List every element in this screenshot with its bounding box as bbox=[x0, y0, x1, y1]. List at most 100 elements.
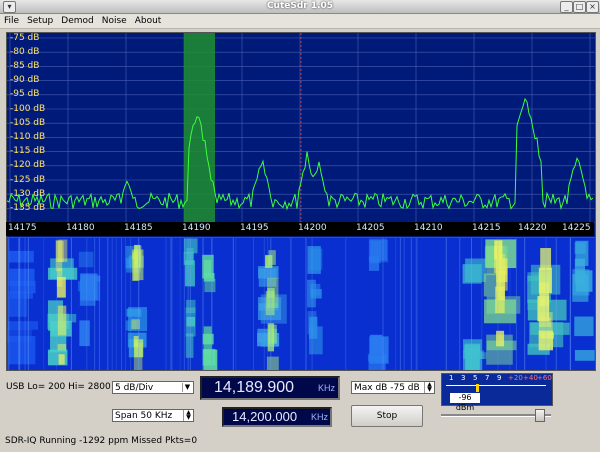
close-icon[interactable]: × bbox=[586, 1, 599, 13]
waterfall-display[interactable] bbox=[6, 237, 596, 371]
waterfall-streak bbox=[94, 238, 96, 370]
menu-noise[interactable]: Noise bbox=[98, 14, 131, 28]
freq-tick-label: 14215 bbox=[472, 223, 501, 233]
menu-file[interactable]: File bbox=[0, 14, 23, 28]
waterfall-streak bbox=[459, 238, 461, 370]
window-title: CuteSdr 1.05 bbox=[266, 1, 334, 11]
db-label: -85 dB bbox=[10, 61, 40, 71]
span-select[interactable]: Span 50 KHz ▲ ▼ bbox=[112, 409, 194, 422]
waterfall-band bbox=[8, 250, 34, 263]
waterfall-streak bbox=[481, 238, 483, 370]
waterfall-band bbox=[185, 333, 194, 358]
waterfall-band bbox=[57, 277, 66, 298]
waterfall-band bbox=[463, 344, 481, 353]
waterfall-band bbox=[55, 240, 64, 263]
menu-about[interactable]: About bbox=[131, 14, 166, 28]
waterfall-streak bbox=[497, 238, 499, 370]
squelch-slider[interactable] bbox=[441, 409, 551, 422]
waterfall-streak bbox=[267, 238, 269, 370]
db-label: -125 dB bbox=[10, 175, 46, 185]
waterfall-streak bbox=[311, 238, 313, 370]
db-label: -75 dB bbox=[10, 33, 40, 43]
waterfall-band bbox=[268, 250, 276, 265]
spinner-arrows-icon: ▲ ▼ bbox=[424, 382, 434, 393]
db-label: -135 dB bbox=[10, 203, 46, 213]
waterfall-streak bbox=[183, 238, 185, 370]
waterfall-band bbox=[202, 348, 216, 366]
center-frequency-display[interactable]: 14,200.000 KHz bbox=[222, 407, 332, 427]
waterfall-band bbox=[133, 335, 139, 348]
waterfall-streak bbox=[211, 238, 213, 370]
waterfall-band bbox=[58, 354, 65, 365]
tuned-frequency-unit: KHz bbox=[317, 383, 335, 393]
s-meter-readout: -96 dBm bbox=[450, 393, 480, 412]
waterfall-streak bbox=[171, 238, 173, 370]
waterfall-streak bbox=[70, 238, 72, 370]
frequency-axis: 14175 14180 14185 14190 14195 14200 1420… bbox=[6, 222, 594, 236]
waterfall-streak bbox=[86, 238, 88, 370]
waterfall-streak bbox=[121, 238, 123, 370]
waterfall-band bbox=[9, 291, 27, 317]
waterfall-streak bbox=[252, 238, 254, 370]
waterfall-streak bbox=[24, 238, 26, 370]
menu-demod[interactable]: Demod bbox=[57, 14, 97, 28]
s-meter-tick: 3 bbox=[461, 374, 466, 382]
waterfall-streak bbox=[115, 238, 117, 370]
waterfall-streak bbox=[263, 238, 265, 370]
minimize-icon[interactable]: _ bbox=[560, 1, 573, 13]
waterfall-streak bbox=[270, 238, 272, 370]
span-value: Span 50 KHz bbox=[115, 411, 173, 421]
freq-tick-label: 14225 bbox=[562, 223, 591, 233]
waterfall-streak bbox=[382, 238, 384, 370]
spectrum-svg bbox=[7, 33, 595, 223]
waterfall-streak bbox=[570, 238, 572, 370]
s-meter-tick: +60 bbox=[537, 374, 552, 382]
db-per-div-select[interactable]: 5 dB/Div ▼ bbox=[112, 381, 194, 394]
freq-tick-label: 14200 bbox=[298, 223, 327, 233]
db-label: -100 dB bbox=[10, 104, 46, 114]
freq-tick-label: 14175 bbox=[8, 223, 37, 233]
window-menu-icon[interactable]: ▾ bbox=[3, 1, 16, 13]
stop-button[interactable]: Stop bbox=[351, 405, 423, 427]
waterfall-streak bbox=[232, 238, 234, 370]
waterfall-band bbox=[57, 305, 67, 336]
slider-handle[interactable] bbox=[535, 409, 545, 422]
waterfall-streak bbox=[471, 238, 473, 370]
maximize-icon[interactable]: □ bbox=[573, 1, 586, 13]
menu-setup[interactable]: Setup bbox=[23, 14, 57, 28]
spinner-arrows-icon: ▲ ▼ bbox=[183, 410, 193, 421]
spectrum-plot[interactable]: -75 dB -80 dB -85 dB -90 dB -95 dB -100 … bbox=[6, 32, 596, 238]
max-db-select[interactable]: Max dB -75 dB ▲ ▼ bbox=[351, 381, 435, 394]
waterfall-streak bbox=[188, 238, 190, 370]
waterfall-streak bbox=[111, 238, 113, 370]
waterfall-streak bbox=[165, 238, 167, 370]
s-meter-tick: +40 bbox=[523, 374, 538, 382]
waterfall-streak bbox=[395, 238, 397, 370]
db-label: -90 dB bbox=[10, 75, 40, 85]
tuned-frequency-display[interactable]: 14,189.900 KHz bbox=[200, 376, 340, 400]
waterfall-band bbox=[79, 320, 90, 347]
db-label: -120 dB bbox=[10, 160, 46, 170]
waterfall-streak bbox=[18, 238, 20, 370]
waterfall-streak bbox=[555, 238, 557, 370]
s-meter-scale: 1 3 5 7 9 +20 +40 +60 bbox=[442, 374, 552, 385]
waterfall-band bbox=[308, 326, 323, 355]
db-label: -115 dB bbox=[10, 146, 46, 156]
freq-tick-label: 14180 bbox=[66, 223, 95, 233]
waterfall-streak bbox=[43, 238, 45, 370]
title-bar: CuteSdr 1.05 ▾ _ □ × bbox=[0, 0, 600, 14]
waterfall-streak bbox=[125, 238, 127, 370]
waterfall-band bbox=[462, 264, 482, 284]
waterfall-band bbox=[370, 334, 383, 354]
menu-bar: File Setup Demod Noise About bbox=[0, 14, 600, 29]
waterfall-streak bbox=[416, 238, 418, 370]
waterfall-streak bbox=[445, 238, 447, 370]
s-meter-tick: 9 bbox=[497, 374, 502, 382]
waterfall-streak bbox=[19, 238, 21, 370]
freq-tick-label: 14185 bbox=[124, 223, 153, 233]
waterfall-streak bbox=[305, 238, 307, 370]
tuned-frequency-value: 14,189.900 bbox=[214, 379, 295, 396]
waterfall-streak bbox=[399, 238, 401, 370]
waterfall-streak bbox=[515, 238, 517, 370]
waterfall-streak bbox=[403, 238, 405, 370]
